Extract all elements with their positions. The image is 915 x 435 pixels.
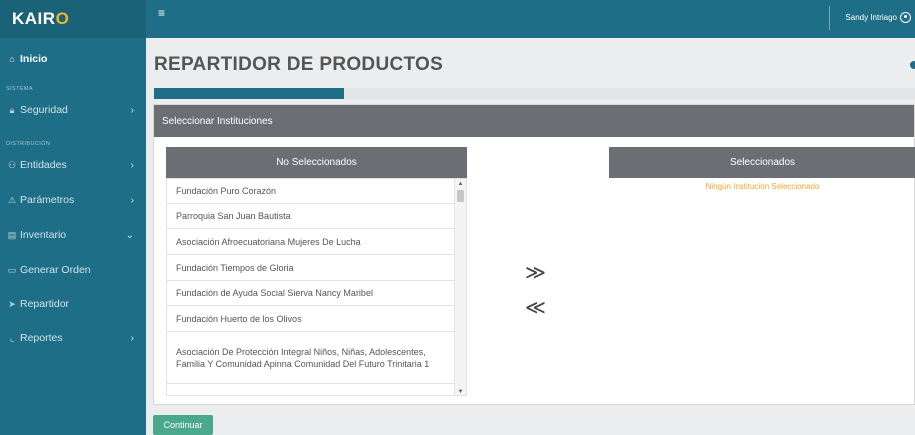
archive-icon: ▤ (7, 229, 17, 240)
section-sistema: SISTEMA (6, 86, 33, 92)
sidebar-item-label: Inventario (20, 229, 67, 241)
user-icon (900, 12, 911, 23)
warning-icon: ⚠ (7, 194, 17, 205)
move-left-button[interactable]: ≪ (525, 295, 546, 320)
send-icon: ➤ (8, 298, 16, 309)
unselected-header: No Seleccionados (166, 147, 467, 178)
sidebar-item-repartidor[interactable]: ➤ Repartidor (0, 294, 146, 314)
brand-prefix: KAIR (12, 9, 56, 28)
users-icon: ⚇ (7, 159, 17, 170)
sidebar-item-generar-orden[interactable]: ▭ Generar Orden (0, 260, 146, 280)
lock-icon: 🔒︎ (9, 104, 15, 115)
topbar: ≡ Sandy Intriago (146, 0, 915, 38)
continue-button[interactable]: Continuar (153, 415, 213, 435)
list-item[interactable]: Fundación de Ayuda Social Sierva Nancy M… (167, 281, 456, 306)
sidebar-item-entidades[interactable]: ⚇ Entidades › (0, 155, 146, 175)
move-right-button[interactable]: ≫ (525, 260, 546, 285)
list-scrollbar[interactable]: ▲ ▼ (454, 179, 466, 395)
panel-header: Seleccionar Instituciones (154, 105, 914, 137)
brand-logo[interactable]: KAIR O (0, 0, 146, 38)
sidebar-item-label: Seguridad (20, 104, 68, 116)
selected-header: Seleccionados (609, 147, 915, 178)
unselected-list[interactable]: Fundación Puro Corazón Parroquia San Jua… (166, 178, 467, 396)
menu-icon[interactable]: ≡ (158, 6, 165, 20)
chevron-right-icon: › (130, 104, 134, 116)
sidebar-item-reportes[interactable]: ⌞ Reportes › (0, 328, 146, 348)
sidebar: KAIR O ⌂ Inicio SISTEMA 🔒︎ Seguridad › DI… (0, 0, 146, 435)
list-item[interactable]: Parroquia San Juan Bautista (167, 204, 456, 229)
sidebar-item-seguridad[interactable]: 🔒︎ Seguridad › (0, 100, 146, 120)
progress-bar (154, 88, 915, 99)
sidebar-item-parametros[interactable]: ⚠ Parámetros › (0, 190, 146, 210)
brand-accent: O (55, 9, 70, 28)
scroll-up-icon[interactable]: ▲ (455, 179, 466, 189)
list-item[interactable]: Fundación Huerto de los Olivos (167, 306, 456, 332)
user-menu[interactable]: Sandy Intriago (845, 12, 911, 23)
list-item[interactable]: Fundación Tiempos de Gloria (167, 255, 456, 281)
sidebar-item-inventario[interactable]: ▤ Inventario ⌄ (0, 225, 146, 245)
sidebar-item-label: Repartidor (20, 298, 70, 310)
chevron-down-icon: ⌄ (125, 229, 134, 241)
topbar-divider (829, 6, 830, 30)
sidebar-item-label: Reportes (20, 332, 63, 344)
status-dot (910, 61, 915, 69)
chart-icon: ⌞ (9, 332, 15, 343)
chevron-right-icon: › (130, 159, 134, 171)
sidebar-item-label: Generar Orden (20, 264, 91, 276)
progress-fill (154, 88, 345, 99)
empty-selection-message: Ningún Institución Seleccionado (705, 182, 820, 191)
sidebar-item-label: Inicio (20, 53, 48, 65)
chevron-right-icon: › (130, 194, 134, 206)
section-distribucion: DISTRIBUCIÓN (6, 141, 51, 147)
chevron-right-icon: › (130, 332, 134, 344)
app: KAIR O ⌂ Inicio SISTEMA 🔒︎ Seguridad › DI… (0, 0, 915, 435)
list-item[interactable]: Fundación Puro Corazón (167, 179, 456, 204)
sidebar-item-inicio[interactable]: ⌂ Inicio (0, 49, 146, 69)
truck-icon: ▭ (7, 264, 17, 275)
scroll-down-icon[interactable]: ▼ (455, 387, 466, 395)
scroll-thumb[interactable] (457, 190, 464, 202)
list-item[interactable]: Asociación De Protección Integral Niños,… (167, 332, 456, 384)
list-item[interactable]: Asociación Afroecuatoriana Mujeres De Lu… (167, 229, 456, 255)
sidebar-item-label: Entidades (20, 159, 67, 171)
sidebar-item-label: Parámetros (20, 194, 75, 206)
page-title: REPARTIDOR DE PRODUCTOS (154, 54, 444, 75)
home-icon: ⌂ (9, 54, 15, 64)
user-name: Sandy Intriago (845, 13, 897, 22)
institutions-panel: Seleccionar Instituciones No Seleccionad… (153, 104, 915, 405)
